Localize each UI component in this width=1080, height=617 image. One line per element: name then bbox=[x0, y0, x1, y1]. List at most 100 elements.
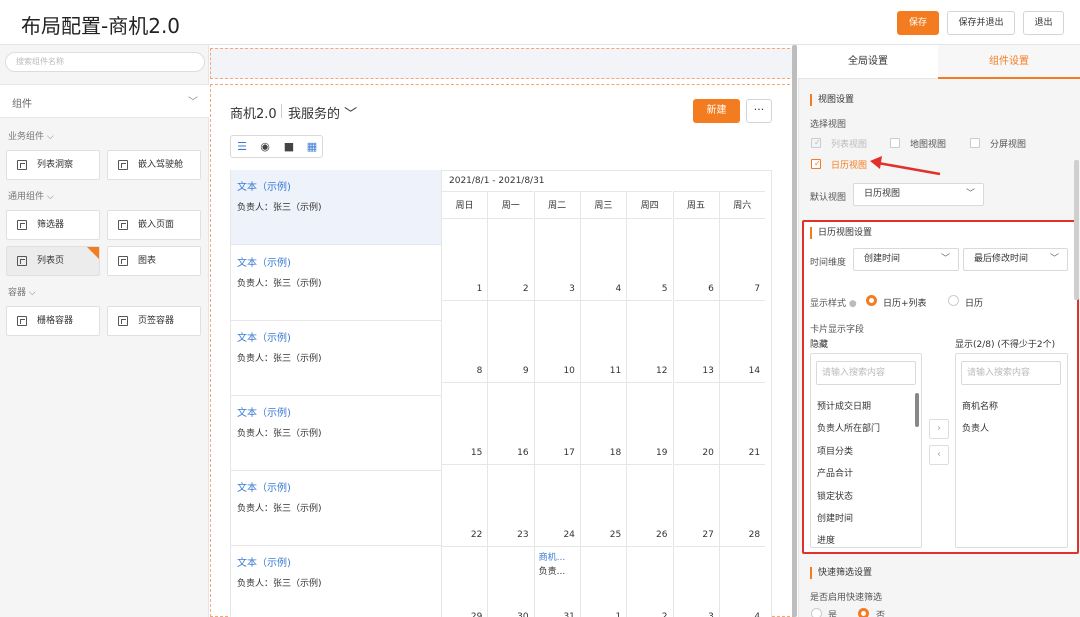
move-left-button[interactable]: ‹ bbox=[929, 445, 949, 465]
calendar-day-cell[interactable]: 30 bbox=[487, 547, 533, 617]
calendar-day-cell[interactable]: 22 bbox=[441, 465, 488, 547]
shown-field-item[interactable]: 商机名称 bbox=[962, 399, 998, 412]
component-embed-cockpit[interactable]: 嵌入驾驶舱 bbox=[107, 150, 201, 180]
tab-global-settings[interactable]: 全局设置 bbox=[798, 45, 938, 79]
group-business-label[interactable]: 业务组件 ⌵ bbox=[8, 129, 54, 142]
exit-button[interactable]: 退出 bbox=[1023, 11, 1064, 35]
list-item[interactable]: 文本（示例) 负责人：张三（示例) bbox=[231, 170, 441, 245]
calendar-day-cell[interactable]: 2 bbox=[626, 547, 672, 617]
component-list-page[interactable]: 列表页 bbox=[6, 246, 100, 276]
calendar-day-cell[interactable]: 10 bbox=[533, 301, 580, 383]
split-view-icon[interactable]: ■ bbox=[282, 140, 296, 154]
calendar-day-cell[interactable]: 17 bbox=[533, 383, 580, 465]
canvas-drop-zone[interactable] bbox=[210, 48, 795, 79]
group-container-label[interactable]: 容器 ⌵ bbox=[8, 285, 36, 298]
calendar-day-cell[interactable]: 9 bbox=[487, 301, 534, 383]
list-item[interactable]: 文本（示例) 负责人：张三（示例) bbox=[231, 246, 441, 321]
map-view-checkbox[interactable] bbox=[890, 138, 900, 148]
calendar-day-cell[interactable]: 29 bbox=[441, 547, 487, 617]
list-view-checkbox[interactable]: ✓ bbox=[811, 138, 821, 148]
calendar-day-cell[interactable]: 23 bbox=[487, 465, 534, 547]
list-item[interactable]: 文本（示例) 负责人：张三（示例) bbox=[231, 396, 441, 471]
save-and-exit-button[interactable]: 保存并退出 bbox=[947, 11, 1015, 35]
calendar-day-cell[interactable]: 19 bbox=[626, 383, 673, 465]
calendar-day-cell[interactable]: 3 bbox=[533, 219, 580, 301]
card-title[interactable]: 文本（示例) bbox=[237, 329, 291, 344]
calendar-day-cell[interactable]: 1 bbox=[579, 547, 626, 617]
calendar-day-cell[interactable]: 8 bbox=[441, 301, 488, 383]
calendar-day-cell[interactable]: 25 bbox=[579, 465, 627, 547]
hidden-field-item[interactable]: 进度 bbox=[817, 533, 835, 546]
style-calendar-radio[interactable] bbox=[948, 295, 959, 306]
calendar-day-cell[interactable]: 3 bbox=[672, 547, 719, 617]
more-button[interactable]: ··· bbox=[746, 99, 772, 123]
list-item[interactable]: 文本（示例) 负责人：张三（示例) bbox=[231, 471, 441, 546]
calendar-day-cell[interactable]: 13 bbox=[672, 301, 719, 383]
calendar-event-title[interactable]: 商机... bbox=[539, 550, 566, 563]
save-button[interactable]: 保存 bbox=[897, 11, 939, 35]
component-list-insight[interactable]: 列表洞察 bbox=[6, 150, 100, 180]
view-selector[interactable]: 我服务的 ﹀ bbox=[288, 103, 357, 122]
new-button[interactable]: 新建 bbox=[693, 99, 740, 123]
hidden-field-item[interactable]: 产品合计 bbox=[817, 466, 853, 479]
card-title[interactable]: 文本（示例) bbox=[237, 554, 291, 569]
style-calendar-list-radio[interactable] bbox=[866, 295, 877, 306]
hidden-list-scrollbar[interactable] bbox=[915, 393, 919, 427]
list-view-icon[interactable]: ☰ bbox=[235, 140, 249, 154]
calendar-day-cell[interactable]: 12 bbox=[626, 301, 673, 383]
calendar-view-checkbox[interactable]: ✓ bbox=[811, 159, 821, 169]
default-view-select[interactable]: 日历视图 ﹀ bbox=[853, 183, 984, 206]
time-dimension-end-select[interactable]: 最后修改时间 ﹀ bbox=[963, 248, 1068, 271]
hidden-fields-search[interactable]: 请输入搜索内容 bbox=[816, 361, 916, 385]
calendar-day-cell[interactable]: 20 bbox=[672, 383, 719, 465]
tab-component-settings[interactable]: 组件设置 bbox=[938, 45, 1080, 79]
canvas-scrollbar[interactable] bbox=[792, 45, 797, 617]
quick-filter-no-radio[interactable] bbox=[858, 608, 869, 617]
calendar-day-cell[interactable]: 6 bbox=[672, 219, 719, 301]
help-icon[interactable]: ● bbox=[849, 299, 857, 309]
calendar-day-cell[interactable]: 2 bbox=[487, 219, 534, 301]
move-right-button[interactable]: › bbox=[929, 419, 949, 439]
calendar-day-cell[interactable]: 15 bbox=[441, 383, 488, 465]
shown-fields-search[interactable]: 请输入搜索内容 bbox=[961, 361, 1061, 385]
card-title[interactable]: 文本（示例) bbox=[237, 254, 291, 269]
calendar-day-cell[interactable]: 31 商机... 负责... bbox=[533, 547, 580, 617]
card-title[interactable]: 文本（示例) bbox=[237, 404, 291, 419]
group-general-label[interactable]: 通用组件 ⌵ bbox=[8, 189, 54, 202]
list-item[interactable]: 文本（示例) 负责人：张三（示例) bbox=[231, 321, 441, 396]
calendar-day-cell[interactable]: 28 bbox=[718, 465, 766, 547]
card-title[interactable]: 文本（示例) bbox=[237, 178, 291, 193]
calendar-day-cell[interactable]: 24 bbox=[533, 465, 580, 547]
calendar-day-cell[interactable]: 21 bbox=[718, 383, 766, 465]
settings-scrollbar[interactable] bbox=[1074, 160, 1079, 300]
calendar-day-cell[interactable]: 16 bbox=[487, 383, 534, 465]
calendar-day-cell[interactable]: 4 bbox=[579, 219, 627, 301]
calendar-day-cell[interactable]: 26 bbox=[626, 465, 673, 547]
chevron-down-icon[interactable]: ﹀ bbox=[188, 93, 198, 108]
time-dimension-start-select[interactable]: 创建时间 ﹀ bbox=[853, 248, 959, 271]
component-grid-container[interactable]: 栅格容器 bbox=[6, 306, 100, 336]
calendar-day-cell[interactable]: 4 bbox=[718, 547, 765, 617]
calendar-day-cell[interactable]: 18 bbox=[579, 383, 627, 465]
calendar-day-cell[interactable]: 7 bbox=[718, 219, 766, 301]
component-chart[interactable]: 图表 bbox=[107, 246, 201, 276]
component-search-input[interactable]: 搜索组件名称 bbox=[5, 52, 205, 72]
list-item[interactable]: 文本（示例) 负责人：张三（示例) bbox=[231, 546, 441, 617]
calendar-day-cell[interactable]: 1 bbox=[441, 219, 488, 301]
component-embed-page[interactable]: 嵌入页面 bbox=[107, 210, 201, 240]
calendar-day-cell[interactable]: 14 bbox=[718, 301, 766, 383]
calendar-day-cell[interactable]: 5 bbox=[626, 219, 673, 301]
hidden-field-item[interactable]: 创建时间 bbox=[817, 511, 853, 524]
component-tab-container[interactable]: 页签容器 bbox=[107, 306, 201, 336]
split-view-checkbox[interactable] bbox=[970, 138, 980, 148]
card-title[interactable]: 文本（示例) bbox=[237, 479, 291, 494]
map-view-icon[interactable]: ◉ bbox=[258, 140, 272, 154]
calendar-day-cell[interactable]: 11 bbox=[579, 301, 627, 383]
hidden-field-item[interactable]: 锁定状态 bbox=[817, 489, 853, 502]
calendar-view-icon[interactable]: ▦ bbox=[305, 140, 319, 154]
hidden-field-item[interactable]: 负责人所在部门 bbox=[817, 421, 880, 434]
component-filter[interactable]: 筛选器 bbox=[6, 210, 100, 240]
hidden-field-item[interactable]: 项目分类 bbox=[817, 444, 853, 457]
hidden-field-item[interactable]: 预计成交日期 bbox=[817, 399, 871, 412]
quick-filter-yes-radio[interactable] bbox=[811, 608, 822, 617]
